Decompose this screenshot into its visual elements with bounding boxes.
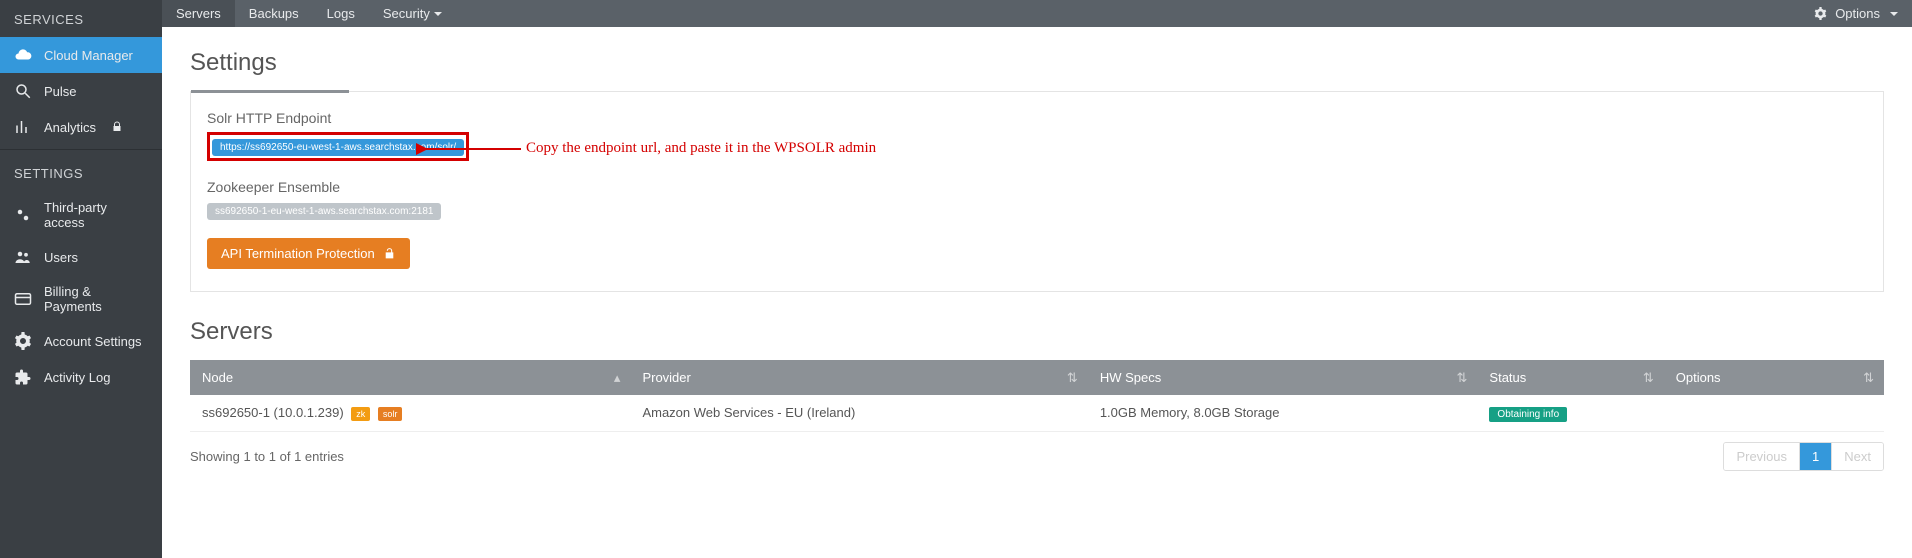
gear-icon <box>14 332 32 350</box>
solr-endpoint-label: Solr HTTP Endpoint <box>207 110 1867 126</box>
topbar: Servers Backups Logs Security Options <box>162 0 1912 27</box>
table-footer: Showing 1 to 1 of 1 entries Previous 1 N… <box>190 442 1884 471</box>
sort-icon: ▴ <box>614 370 621 386</box>
spacer <box>456 0 1797 27</box>
col-label: Options <box>1676 370 1721 385</box>
status-badge: Obtaining info <box>1489 407 1567 422</box>
options-label: Options <box>1835 6 1880 21</box>
gear-icon <box>1811 5 1829 23</box>
cell-provider: Amazon Web Services - EU (Ireland) <box>630 395 1087 431</box>
cell-hw: 1.0GB Memory, 8.0GB Storage <box>1088 395 1478 431</box>
panel-indicator <box>191 90 349 93</box>
tab-label: Servers <box>176 6 221 21</box>
col-hw[interactable]: HW Specs ⇅ <box>1088 360 1478 395</box>
sidebar-item-label: Analytics <box>44 120 96 135</box>
page-prev[interactable]: Previous <box>1724 443 1799 470</box>
sidebar-item-activity-log[interactable]: Activity Log <box>0 359 162 395</box>
unlock-icon <box>383 247 396 260</box>
sidebar-item-users[interactable]: Users <box>0 239 162 275</box>
entries-info: Showing 1 to 1 of 1 entries <box>190 449 344 464</box>
chevron-down-icon <box>1890 12 1898 16</box>
sidebar-item-pulse[interactable]: Pulse <box>0 73 162 109</box>
sidebar-item-label: Cloud Manager <box>44 48 133 63</box>
col-label: Provider <box>642 370 690 385</box>
tab-servers[interactable]: Servers <box>162 0 235 27</box>
col-status[interactable]: Status ⇅ <box>1477 360 1663 395</box>
tab-security[interactable]: Security <box>369 0 456 27</box>
sort-icon: ⇅ <box>1863 370 1874 386</box>
search-icon <box>14 82 32 100</box>
annotation-text: Copy the endpoint url, and paste it in t… <box>526 140 876 157</box>
cell-status: Obtaining info <box>1477 395 1663 431</box>
sidebar-settings-heading: SETTINGS <box>0 154 162 191</box>
sidebar-item-label: Activity Log <box>44 370 110 385</box>
servers-table: Node ▴ Provider ⇅ HW Specs ⇅ Status ⇅ Option… <box>190 360 1884 432</box>
lock-icon <box>108 118 126 136</box>
bar-chart-icon <box>14 118 32 136</box>
page-next[interactable]: Next <box>1831 443 1883 470</box>
sidebar-item-label: Pulse <box>44 84 77 99</box>
main-content: Settings Solr HTTP Endpoint https://ss69… <box>162 27 1912 558</box>
gears-icon <box>14 206 32 224</box>
tab-label: Security <box>383 6 430 21</box>
sidebar-item-billing[interactable]: Billing & Payments <box>0 275 162 323</box>
puzzle-icon <box>14 368 32 386</box>
tab-label: Logs <box>327 6 355 21</box>
badge-zk: zk <box>351 407 370 421</box>
settings-title: Settings <box>190 49 1884 77</box>
options-menu[interactable]: Options <box>1797 0 1912 27</box>
zookeeper-label: Zookeeper Ensemble <box>207 179 1867 195</box>
sidebar-item-cloud-manager[interactable]: Cloud Manager <box>0 37 162 73</box>
zookeeper-value[interactable]: ss692650-1-eu-west-1-aws.searchstax.com:… <box>207 203 441 220</box>
sidebar-item-label: Account Settings <box>44 334 142 349</box>
col-node[interactable]: Node ▴ <box>190 360 630 395</box>
col-options[interactable]: Options ⇅ <box>1664 360 1884 395</box>
sidebar-services-heading: SERVICES <box>0 0 162 37</box>
annotation-arrow <box>416 134 526 164</box>
settings-panel: Solr HTTP Endpoint https://ss692650-eu-w… <box>190 91 1884 292</box>
sort-icon: ⇅ <box>1643 370 1654 386</box>
cell-node: ss692650-1 (10.0.1.239) zk solr <box>190 395 630 431</box>
col-label: Node <box>202 370 233 385</box>
sidebar-item-account[interactable]: Account Settings <box>0 323 162 359</box>
badge-solr: solr <box>378 407 403 421</box>
chevron-down-icon <box>434 12 442 16</box>
sidebar-item-label: Billing & Payments <box>44 284 148 314</box>
sidebar-item-label: Third-party access <box>44 200 148 230</box>
pagination: Previous 1 Next <box>1723 442 1884 471</box>
api-button-label: API Termination Protection <box>221 246 375 261</box>
credit-card-icon <box>14 290 32 308</box>
cloud-icon <box>14 46 32 64</box>
sort-icon: ⇅ <box>1067 370 1078 386</box>
api-termination-button[interactable]: API Termination Protection <box>207 238 410 269</box>
servers-title: Servers <box>190 318 1884 346</box>
cell-options <box>1664 395 1884 431</box>
table-row: ss692650-1 (10.0.1.239) zk solr Amazon W… <box>190 395 1884 431</box>
tab-backups[interactable]: Backups <box>235 0 313 27</box>
col-provider[interactable]: Provider ⇅ <box>630 360 1087 395</box>
sort-icon: ⇅ <box>1457 370 1468 386</box>
sidebar-item-label: Users <box>44 250 78 265</box>
sidebar-item-third-party[interactable]: Third-party access <box>0 191 162 239</box>
users-icon <box>14 248 32 266</box>
node-name: ss692650-1 (10.0.1.239) <box>202 405 344 420</box>
tab-label: Backups <box>249 6 299 21</box>
tab-logs[interactable]: Logs <box>313 0 369 27</box>
col-label: HW Specs <box>1100 370 1161 385</box>
page-1[interactable]: 1 <box>1799 443 1831 470</box>
sidebar-divider <box>0 149 162 150</box>
sidebar-item-analytics[interactable]: Analytics <box>0 109 162 145</box>
col-label: Status <box>1489 370 1526 385</box>
sidebar: SERVICES Cloud Manager Pulse Analytics S… <box>0 0 162 558</box>
